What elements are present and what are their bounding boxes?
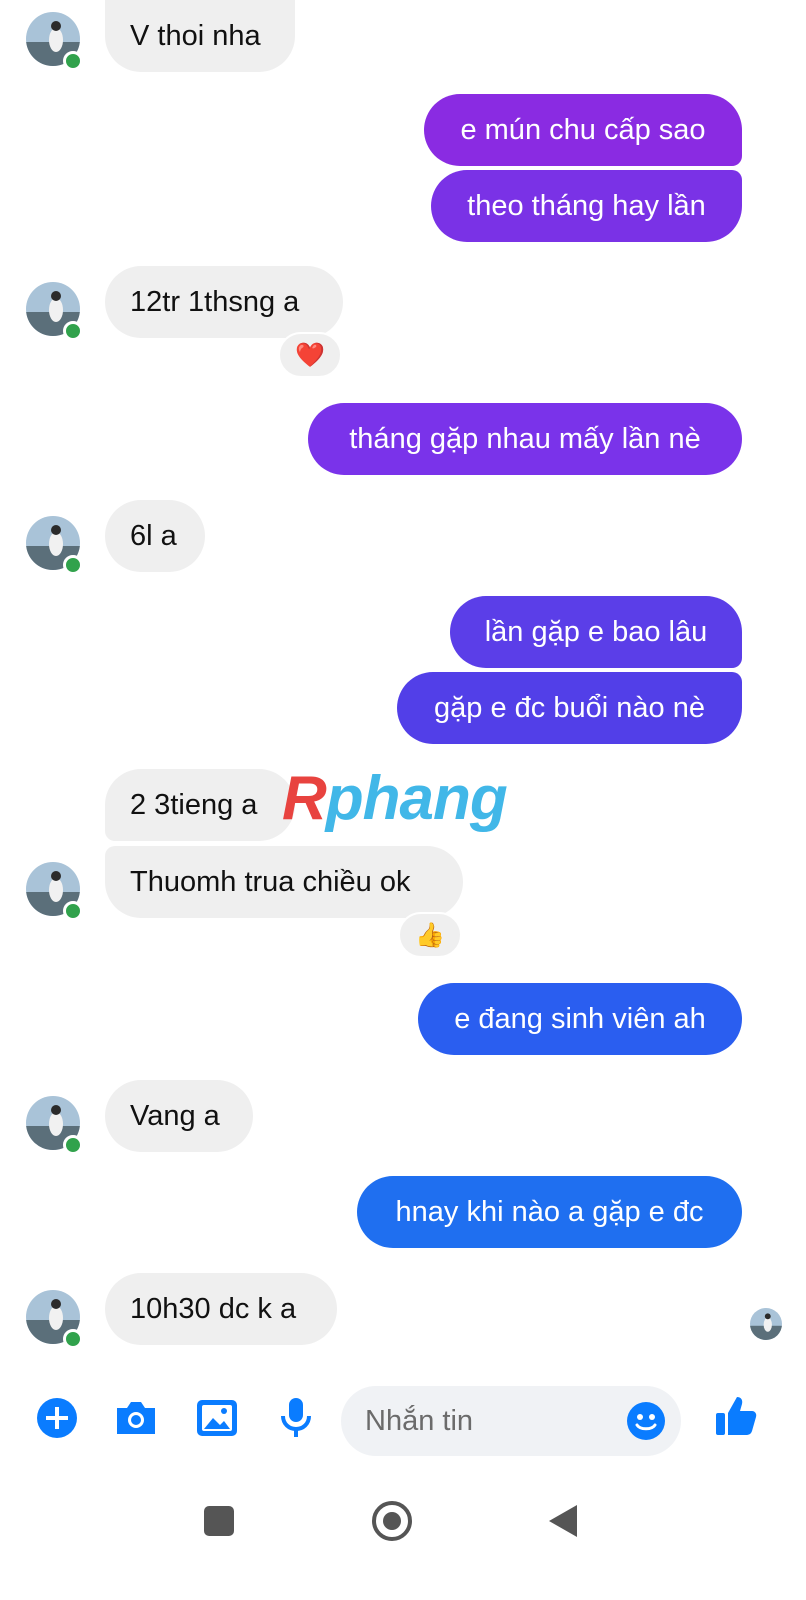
online-status-dot bbox=[63, 555, 83, 575]
watermark-logo: Rphang bbox=[282, 764, 508, 833]
camera-icon bbox=[117, 1402, 155, 1434]
emoji-icon[interactable] bbox=[625, 1400, 667, 1442]
gallery-button[interactable] bbox=[193, 1394, 241, 1442]
seen-avatar bbox=[750, 1308, 782, 1340]
incoming-message[interactable]: 6l a bbox=[105, 500, 205, 572]
square-nav-icon[interactable] bbox=[203, 1505, 235, 1537]
incoming-message[interactable]: 10h30 dc k a bbox=[105, 1273, 337, 1345]
outgoing-message[interactable]: e đang sinh viên ah bbox=[418, 983, 742, 1055]
outgoing-message[interactable]: gặp e đc buổi nào nè bbox=[397, 672, 742, 744]
online-status-dot bbox=[63, 51, 83, 71]
outgoing-message[interactable]: lần gặp e bao lâu bbox=[450, 596, 742, 668]
outgoing-message[interactable]: theo tháng hay lần bbox=[431, 170, 742, 242]
like-icon bbox=[716, 1397, 757, 1435]
heart-icon: ❤️ bbox=[295, 341, 325, 369]
message-input[interactable]: Nhắn tin bbox=[341, 1386, 681, 1456]
outgoing-message[interactable]: hnay khi nào a gặp e đc bbox=[357, 1176, 742, 1248]
mic-button[interactable] bbox=[272, 1394, 320, 1442]
incoming-message[interactable]: 2 3tieng a bbox=[105, 769, 295, 841]
back-nav-icon[interactable] bbox=[547, 1503, 579, 1539]
incoming-message[interactable]: Thuomh trua chiều ok bbox=[105, 846, 463, 918]
online-status-dot bbox=[63, 901, 83, 921]
plus-button[interactable] bbox=[33, 1394, 81, 1442]
incoming-message[interactable]: V thoi nha bbox=[105, 0, 295, 72]
outgoing-message[interactable]: e mún chu cấp sao bbox=[424, 94, 742, 166]
incoming-message[interactable]: 12tr 1thsng a bbox=[105, 266, 343, 338]
like-button[interactable] bbox=[712, 1392, 760, 1440]
plus-icon bbox=[37, 1398, 77, 1438]
mic-icon bbox=[281, 1398, 311, 1437]
system-nav-bar bbox=[0, 1470, 806, 1600]
camera-button[interactable] bbox=[112, 1394, 160, 1442]
online-status-dot bbox=[63, 321, 83, 341]
image-icon bbox=[197, 1400, 237, 1436]
heart-reaction[interactable]: ❤️ bbox=[278, 332, 342, 378]
message-input-placeholder: Nhắn tin bbox=[365, 1405, 474, 1437]
thumbs-up-reaction[interactable]: 👍 bbox=[398, 912, 462, 958]
home-nav-icon[interactable] bbox=[371, 1500, 413, 1542]
composer-bar: Nhắn tin bbox=[0, 1378, 806, 1464]
online-status-dot bbox=[63, 1135, 83, 1155]
thumbs-up-icon: 👍 bbox=[415, 921, 445, 949]
incoming-message[interactable]: Vang a bbox=[105, 1080, 253, 1152]
online-status-dot bbox=[63, 1329, 83, 1349]
outgoing-message[interactable]: tháng gặp nhau mấy lần nè bbox=[308, 403, 742, 475]
